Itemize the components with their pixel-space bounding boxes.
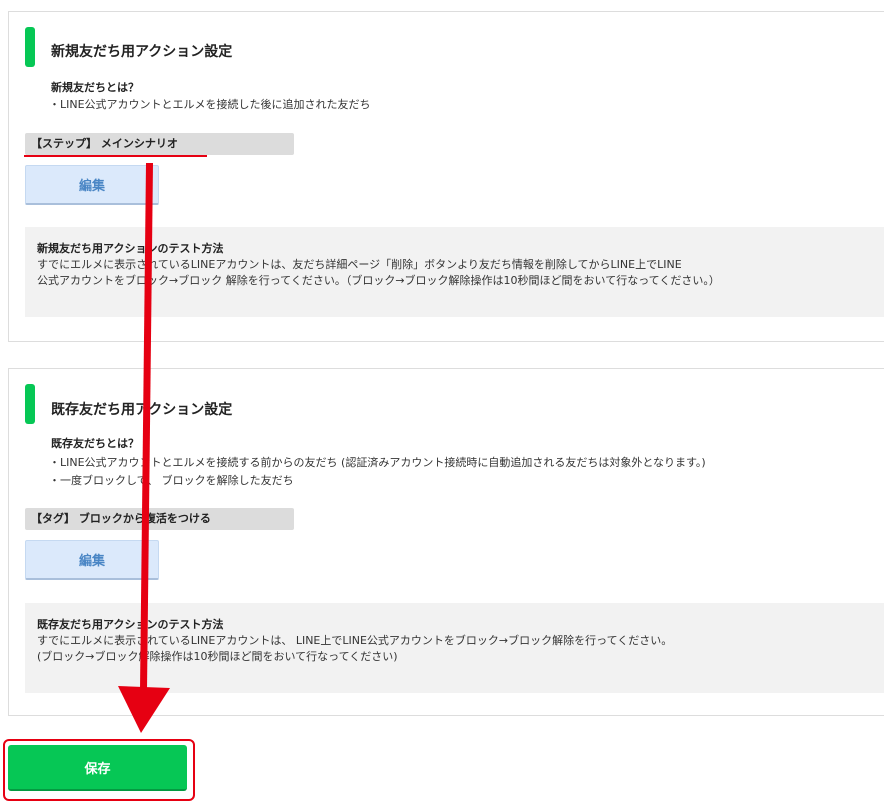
new-friend-test-line: すでにエルメに表示されているLINEアカウントは、友だち詳細ページ「削除」ボタン… [37, 258, 682, 271]
new-friend-section-title: 新規友だち用アクション設定 [51, 44, 233, 60]
section-accent-bar [25, 27, 35, 67]
tag-label: 【タグ】 ブロックから復活をつける [25, 508, 294, 530]
existing-friend-section-title: 既存友だち用アクション設定 [51, 402, 233, 418]
new-friend-test-info-box: 新規友だち用アクションのテスト方法 すでにエルメに表示されているLINEアカウン… [25, 227, 884, 317]
existing-friend-test-line: (ブロック→ブロック解除操作は10秒間ほど間をおいて行なってください) [37, 650, 398, 663]
existing-friend-test-line: すでにエルメに表示されているLINEアカウントは、 LINE上でLINE公式アカ… [37, 634, 673, 647]
existing-friend-edit-button[interactable]: 編集 [25, 540, 159, 580]
save-button[interactable]: 保存 [8, 745, 187, 791]
existing-friend-action-panel: 既存友だち用アクション設定 既存友だちとは？ ・LINE公式アカウントとエルメを… [8, 368, 884, 716]
new-friend-edit-button[interactable]: 編集 [25, 165, 159, 205]
step-scenario-label: 【ステップ】 メインシナリオ [25, 133, 294, 155]
section-accent-bar [25, 384, 35, 424]
new-friend-test-line: 公式アカウントをブロック→ブロック 解除を行ってください。（ブロック→ブロック解… [37, 274, 720, 287]
existing-friend-test-info-box: 既存友だち用アクションのテスト方法 すでにエルメに表示されているLINEアカウン… [25, 603, 884, 693]
existing-friend-definition-line: ・LINE公式アカウントとエルメを接続する前からの友だち (認証済みアカウント接… [49, 456, 706, 469]
existing-friend-test-title: 既存友だち用アクションのテスト方法 [37, 618, 224, 631]
existing-friend-definition-line: ・一度ブロックして、 ブロックを解除した友だち [49, 474, 294, 487]
new-friend-action-panel: 新規友だち用アクション設定 新規友だちとは？ ・LINE公式アカウントとエルメを… [8, 11, 884, 342]
new-friend-test-title: 新規友だち用アクションのテスト方法 [37, 242, 224, 255]
red-underline-annotation [24, 155, 207, 157]
new-friend-definition-title: 新規友だちとは？ [51, 81, 139, 94]
new-friend-definition-line: ・LINE公式アカウントとエルメを接続した後に追加された友だち [49, 98, 371, 111]
existing-friend-definition-title: 既存友だちとは？ [51, 437, 139, 450]
